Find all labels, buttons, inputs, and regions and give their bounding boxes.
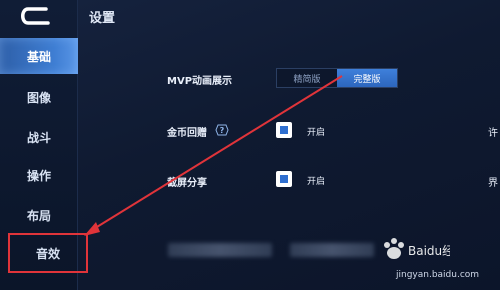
mvp-animation-toggle: 精简版 完整版 xyxy=(276,68,398,88)
screenshot-share-label: 截屏分享 xyxy=(167,178,207,189)
checkbox-checked-mark xyxy=(280,175,288,183)
coin-gift-checkbox[interactable] xyxy=(276,122,292,138)
back-arrow-icon[interactable] xyxy=(16,5,56,27)
sidebar-item-label: 布局 xyxy=(26,208,51,223)
coin-gift-label: 金币回赠 xyxy=(167,128,207,139)
sidebar: 基础 图像 战斗 操作 布局 音效 xyxy=(0,0,88,290)
sidebar-item-layout[interactable]: 布局 xyxy=(0,197,78,233)
sidebar-item-label: 基础 xyxy=(26,49,51,64)
sidebar-item-combat[interactable]: 战斗 xyxy=(0,119,78,155)
watermark-url: jingyan.baidu.com xyxy=(396,270,480,280)
sidebar-item-controls[interactable]: 操作 xyxy=(0,157,78,193)
mvp-simple-option[interactable]: 精简版 xyxy=(277,69,337,87)
cut-off-option-label: 许 xyxy=(488,128,498,139)
svg-text:?: ? xyxy=(220,126,225,135)
cut-off-option-label: 界 xyxy=(488,178,498,189)
mvp-animation-label: MVP动画展示 xyxy=(167,76,233,87)
baidu-watermark-text: Baidu经验 xyxy=(408,243,450,258)
sidebar-item-sound[interactable]: 音效 xyxy=(8,233,88,273)
sidebar-item-label: 战斗 xyxy=(26,130,51,145)
sidebar-item-label: 图像 xyxy=(26,90,51,105)
sidebar-item-label: 音效 xyxy=(35,246,60,261)
coin-gift-value: 开启 xyxy=(307,128,326,138)
help-icon[interactable]: ? xyxy=(215,124,229,136)
sidebar-item-graphics[interactable]: 图像 xyxy=(0,79,78,115)
sidebar-item-label: 操作 xyxy=(26,168,51,183)
page-title: 设置 xyxy=(89,11,116,26)
baidu-watermark-logo: Baidu经验 xyxy=(384,238,450,259)
mvp-full-option[interactable]: 完整版 xyxy=(337,69,397,87)
sidebar-item-basic[interactable]: 基础 xyxy=(0,38,78,74)
screenshot-share-checkbox[interactable] xyxy=(276,171,292,187)
blurred-setting-label xyxy=(168,243,272,257)
blurred-setting-value xyxy=(290,243,374,257)
checkbox-checked-mark xyxy=(280,126,288,134)
screenshot-share-value: 开启 xyxy=(307,177,326,187)
